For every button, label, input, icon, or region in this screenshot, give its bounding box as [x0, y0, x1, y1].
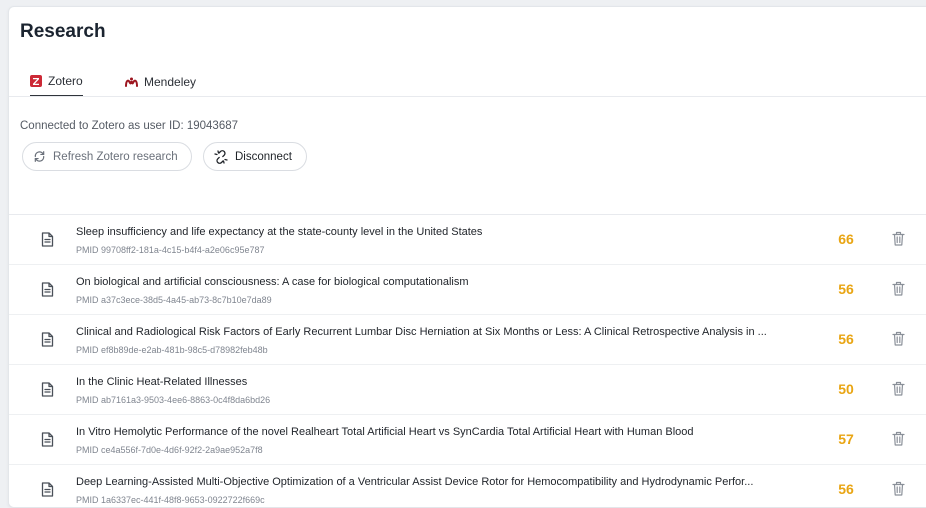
list-item[interactable]: Clinical and Radiological Risk Factors o…: [9, 315, 926, 365]
relevance-score: 56: [838, 481, 854, 497]
relevance-score: 50: [838, 381, 854, 397]
refresh-zotero-button[interactable]: Refresh Zotero research: [22, 142, 192, 171]
document-icon: [41, 332, 54, 352]
trash-icon[interactable]: [892, 431, 905, 451]
page-title: Research: [20, 21, 106, 42]
trash-icon[interactable]: [892, 281, 905, 301]
disconnect-button-label: Disconnect: [235, 150, 292, 163]
relevance-score: 56: [838, 331, 854, 347]
refresh-button-label: Refresh Zotero research: [53, 150, 178, 163]
paper-title: In Vitro Hemolytic Performance of the no…: [76, 426, 694, 438]
paper-title: In the Clinic Heat-Related Illnesses: [76, 376, 248, 388]
relevance-score: 66: [838, 231, 854, 247]
trash-icon[interactable]: [892, 381, 905, 401]
disconnect-button[interactable]: Disconnect: [203, 142, 307, 171]
paper-title: Sleep insufficiency and life expectancy …: [76, 226, 483, 238]
relevance-score: 56: [838, 281, 854, 297]
paper-pmid: PMID 99708ff2-181a-4c15-b4f4-a2e06c95e78…: [76, 245, 265, 255]
paper-pmid: PMID a37c3ece-38d5-4a45-ab73-8c7b10e7da8…: [76, 295, 272, 305]
paper-pmid: PMID ce4a556f-7d0e-4d6f-92f2-2a9ae952a7f…: [76, 445, 263, 455]
connection-status: Connected to Zotero as user ID: 19043687: [20, 120, 239, 132]
trash-icon[interactable]: [892, 481, 905, 501]
paper-pmid: PMID ab7161a3-9503-4ee6-8863-0c4f8da6bd2…: [76, 395, 271, 405]
paper-pmid: PMID 1a6337ec-441f-48f8-9653-0922722f669…: [76, 495, 265, 505]
document-icon: [41, 482, 54, 502]
tab-zotero[interactable]: Zotero: [30, 67, 83, 97]
research-panel: Research Zotero Mendeley Connected to Zo…: [8, 6, 926, 508]
document-icon: [41, 382, 54, 402]
list-item[interactable]: In the Clinic Heat-Related Illnesses PMI…: [9, 365, 926, 415]
document-icon: [41, 432, 54, 452]
list-item[interactable]: Deep Learning-Assisted Multi-Objective O…: [9, 465, 926, 507]
tab-mendeley[interactable]: Mendeley: [125, 67, 196, 97]
relevance-score: 57: [838, 431, 854, 447]
paper-title: Clinical and Radiological Risk Factors o…: [76, 326, 767, 338]
tab-mendeley-label: Mendeley: [144, 75, 197, 89]
trash-icon[interactable]: [892, 231, 905, 251]
trash-icon[interactable]: [892, 331, 905, 351]
paper-title: On biological and artificial consciousne…: [76, 276, 469, 288]
list-item[interactable]: On biological and artificial consciousne…: [9, 265, 926, 315]
paper-title: Deep Learning-Assisted Multi-Objective O…: [76, 476, 754, 488]
unlink-icon: [214, 149, 228, 164]
refresh-icon: [33, 150, 46, 163]
paper-pmid: PMID ef8b89de-e2ab-481b-98c5-d78982feb48…: [76, 345, 268, 355]
mendeley-icon: [125, 77, 138, 87]
tab-zotero-label: Zotero: [48, 74, 83, 88]
tabs-divider: [9, 96, 926, 97]
list-item[interactable]: In Vitro Hemolytic Performance of the no…: [9, 415, 926, 465]
list-item[interactable]: Sleep insufficiency and life expectancy …: [9, 215, 926, 265]
zotero-icon: [30, 75, 42, 87]
document-icon: [41, 282, 54, 302]
document-icon: [41, 232, 54, 252]
